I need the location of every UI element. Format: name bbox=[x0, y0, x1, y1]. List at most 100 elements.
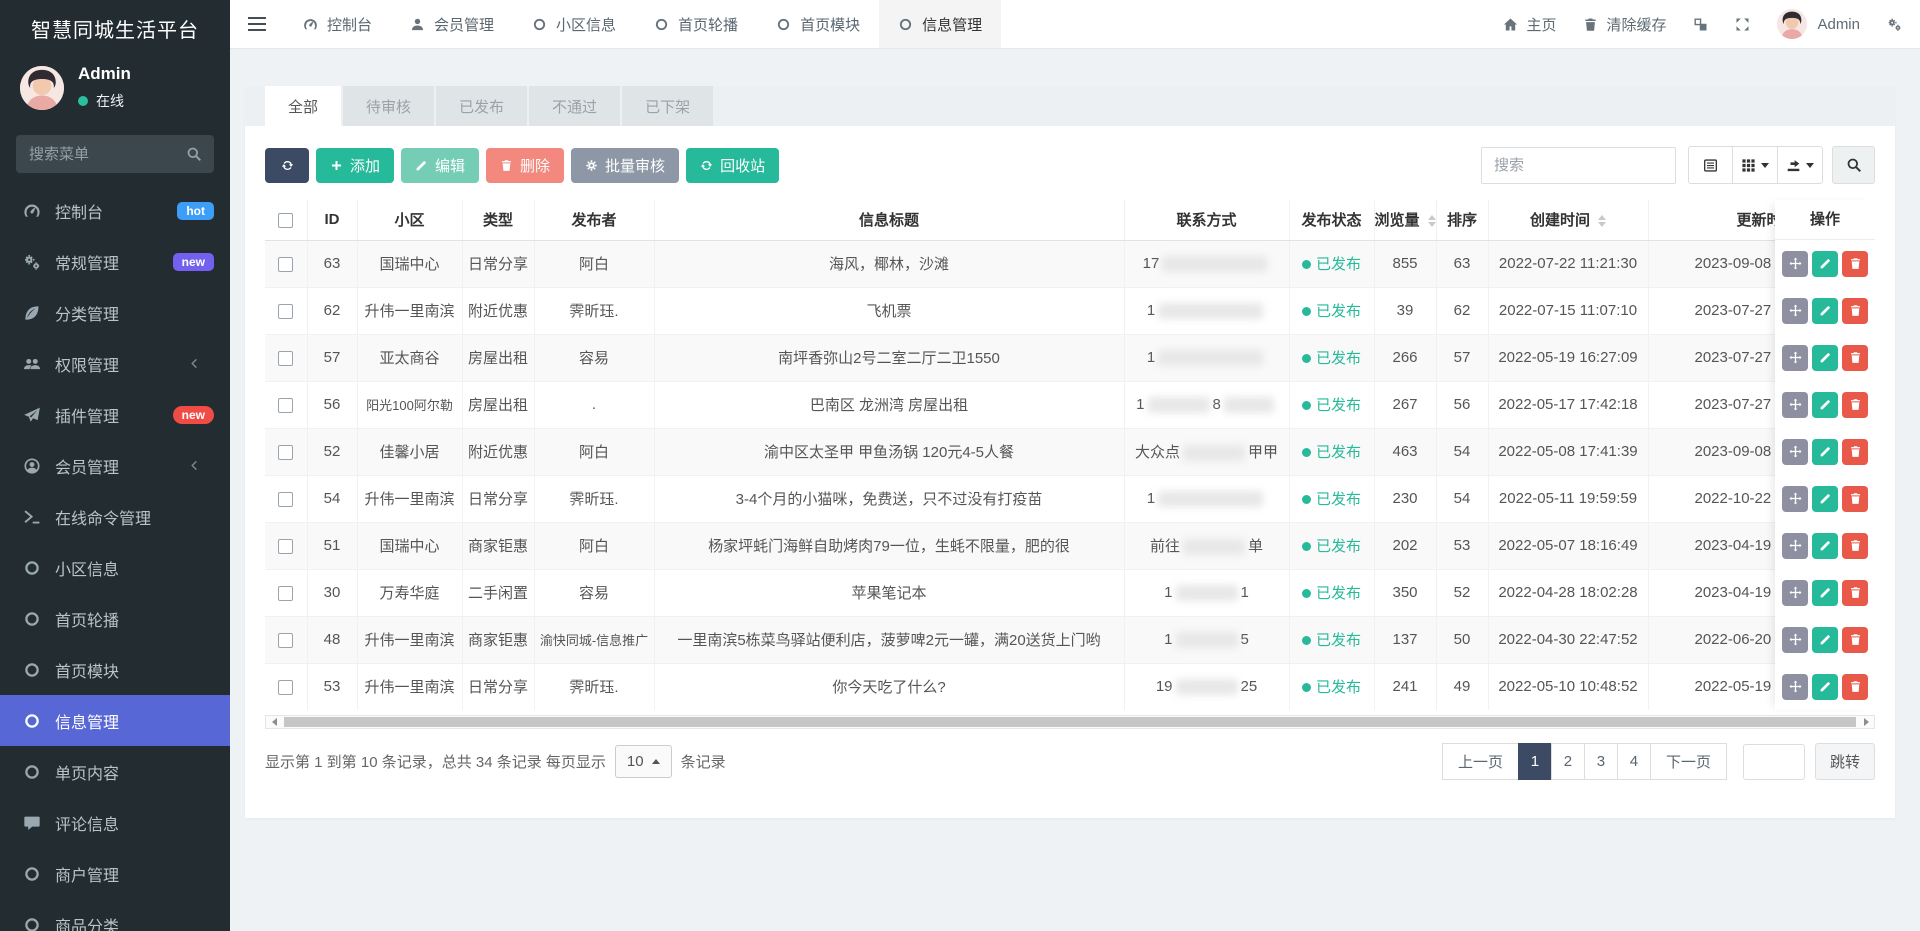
sidebar-item-banner[interactable]: 首页轮播 bbox=[0, 593, 230, 644]
refresh-button[interactable] bbox=[265, 148, 309, 183]
row-checkbox[interactable] bbox=[278, 492, 293, 507]
row-move-button[interactable] bbox=[1782, 251, 1808, 277]
page-button-3[interactable]: 3 bbox=[1584, 743, 1618, 780]
page-button-2[interactable]: 2 bbox=[1551, 743, 1585, 780]
sidebar-item-info[interactable]: 信息管理 bbox=[0, 695, 230, 746]
row-edit-button[interactable] bbox=[1812, 674, 1838, 700]
sidebar-item-module[interactable]: 首页模块 bbox=[0, 644, 230, 695]
language-button[interactable] bbox=[1693, 17, 1708, 32]
sidebar-item-category[interactable]: 分类管理 bbox=[0, 287, 230, 338]
row-edit-button[interactable] bbox=[1812, 533, 1838, 559]
filter-tab-pending[interactable]: 待审核 bbox=[343, 86, 434, 126]
admin-menu[interactable]: Admin bbox=[1777, 9, 1860, 39]
row-checkbox[interactable] bbox=[278, 539, 293, 554]
filter-tab-rejected[interactable]: 不通过 bbox=[529, 86, 620, 126]
sidebar-item-page[interactable]: 单页内容 bbox=[0, 746, 230, 797]
sidebar-item-plugin[interactable]: 插件管理new bbox=[0, 389, 230, 440]
row-delete-button[interactable] bbox=[1842, 580, 1868, 606]
horizontal-scrollbar[interactable] bbox=[265, 715, 1875, 729]
user-avatar[interactable] bbox=[20, 66, 64, 110]
row-move-button[interactable] bbox=[1782, 298, 1808, 324]
table-scroll-area[interactable]: ID小区类型发布者信息标题联系方式发布状态浏览量排序创建时间更新时间 63国瑞中… bbox=[265, 200, 1875, 710]
row-checkbox[interactable] bbox=[278, 398, 293, 413]
clear-cache-link[interactable]: 清除缓存 bbox=[1583, 14, 1666, 35]
table-search-input[interactable] bbox=[1481, 147, 1676, 184]
row-move-button[interactable] bbox=[1782, 580, 1808, 606]
row-checkbox[interactable] bbox=[278, 257, 293, 272]
add-button[interactable]: 添加 bbox=[316, 148, 394, 183]
sidebar-item-command[interactable]: 在线命令管理 bbox=[0, 491, 230, 542]
sidebar-toggle-button[interactable] bbox=[230, 0, 284, 48]
row-delete-button[interactable] bbox=[1842, 533, 1868, 559]
scroll-right-button[interactable] bbox=[1858, 716, 1874, 728]
row-move-button[interactable] bbox=[1782, 486, 1808, 512]
sidebar-item-permission[interactable]: 权限管理 bbox=[0, 338, 230, 389]
detail-view-button[interactable] bbox=[1688, 146, 1733, 184]
edit-button[interactable]: 编辑 bbox=[401, 148, 479, 183]
settings-button[interactable] bbox=[1887, 17, 1902, 32]
row-move-button[interactable] bbox=[1782, 345, 1808, 371]
sidebar-item-dashboard[interactable]: 控制台hot bbox=[0, 185, 230, 236]
page-size-dropdown[interactable]: 10 bbox=[615, 745, 672, 778]
sort-carets[interactable] bbox=[1598, 215, 1606, 227]
row-edit-button[interactable] bbox=[1812, 627, 1838, 653]
row-delete-button[interactable] bbox=[1842, 439, 1868, 465]
row-delete-button[interactable] bbox=[1842, 298, 1868, 324]
row-delete-button[interactable] bbox=[1842, 345, 1868, 371]
fullscreen-button[interactable] bbox=[1735, 17, 1750, 32]
jump-button[interactable]: 跳转 bbox=[1815, 743, 1875, 780]
row-checkbox[interactable] bbox=[278, 351, 293, 366]
columns-button[interactable] bbox=[1732, 146, 1778, 184]
row-delete-button[interactable] bbox=[1842, 486, 1868, 512]
filter-tab-offline[interactable]: 已下架 bbox=[622, 86, 713, 126]
row-delete-button[interactable] bbox=[1842, 627, 1868, 653]
row-delete-button[interactable] bbox=[1842, 251, 1868, 277]
navbar-tab-dashboard[interactable]: 控制台 bbox=[284, 0, 391, 48]
sidebar-item-merchant[interactable]: 商户管理 bbox=[0, 848, 230, 899]
navbar-tab-info[interactable]: 信息管理 bbox=[879, 0, 1001, 48]
row-edit-button[interactable] bbox=[1812, 439, 1838, 465]
row-checkbox[interactable] bbox=[278, 680, 293, 695]
sidebar-item-general[interactable]: 常规管理new bbox=[0, 236, 230, 287]
row-move-button[interactable] bbox=[1782, 533, 1808, 559]
filter-tab-published[interactable]: 已发布 bbox=[436, 86, 527, 126]
delete-button[interactable]: 删除 bbox=[486, 148, 564, 183]
batch-audit-button[interactable]: 批量审核 bbox=[571, 148, 679, 183]
home-link[interactable]: 主页 bbox=[1503, 14, 1556, 35]
row-move-button[interactable] bbox=[1782, 439, 1808, 465]
navbar-tab-community[interactable]: 小区信息 bbox=[513, 0, 635, 48]
prev-page-button[interactable]: 上一页 bbox=[1442, 743, 1519, 780]
row-move-button[interactable] bbox=[1782, 674, 1808, 700]
row-edit-button[interactable] bbox=[1812, 486, 1838, 512]
row-edit-button[interactable] bbox=[1812, 251, 1838, 277]
sort-carets[interactable] bbox=[1428, 215, 1436, 227]
scroll-left-button[interactable] bbox=[266, 716, 282, 728]
row-checkbox[interactable] bbox=[278, 633, 293, 648]
scrollbar-thumb[interactable] bbox=[284, 717, 1856, 727]
page-button-1[interactable]: 1 bbox=[1518, 743, 1552, 780]
row-move-button[interactable] bbox=[1782, 392, 1808, 418]
navbar-tab-module[interactable]: 首页模块 bbox=[757, 0, 879, 48]
recycle-button[interactable]: 回收站 bbox=[686, 148, 779, 183]
filter-tab-all[interactable]: 全部 bbox=[265, 86, 341, 126]
select-all-checkbox[interactable] bbox=[278, 213, 293, 228]
row-edit-button[interactable] bbox=[1812, 580, 1838, 606]
navbar-tab-member[interactable]: 会员管理 bbox=[391, 0, 513, 48]
menu-search-input[interactable] bbox=[16, 135, 214, 173]
jump-page-input[interactable] bbox=[1743, 744, 1805, 780]
row-move-button[interactable] bbox=[1782, 627, 1808, 653]
row-checkbox[interactable] bbox=[278, 304, 293, 319]
next-page-button[interactable]: 下一页 bbox=[1650, 743, 1727, 780]
row-edit-button[interactable] bbox=[1812, 345, 1838, 371]
row-delete-button[interactable] bbox=[1842, 674, 1868, 700]
sidebar-item-goods[interactable]: 商品分类 bbox=[0, 899, 230, 931]
search-button[interactable] bbox=[1832, 146, 1875, 184]
row-edit-button[interactable] bbox=[1812, 392, 1838, 418]
page-button-4[interactable]: 4 bbox=[1617, 743, 1651, 780]
export-button[interactable] bbox=[1777, 146, 1823, 184]
row-checkbox[interactable] bbox=[278, 445, 293, 460]
sidebar-item-community[interactable]: 小区信息 bbox=[0, 542, 230, 593]
row-delete-button[interactable] bbox=[1842, 392, 1868, 418]
sidebar-item-comment[interactable]: 评论信息 bbox=[0, 797, 230, 848]
navbar-tab-banner[interactable]: 首页轮播 bbox=[635, 0, 757, 48]
